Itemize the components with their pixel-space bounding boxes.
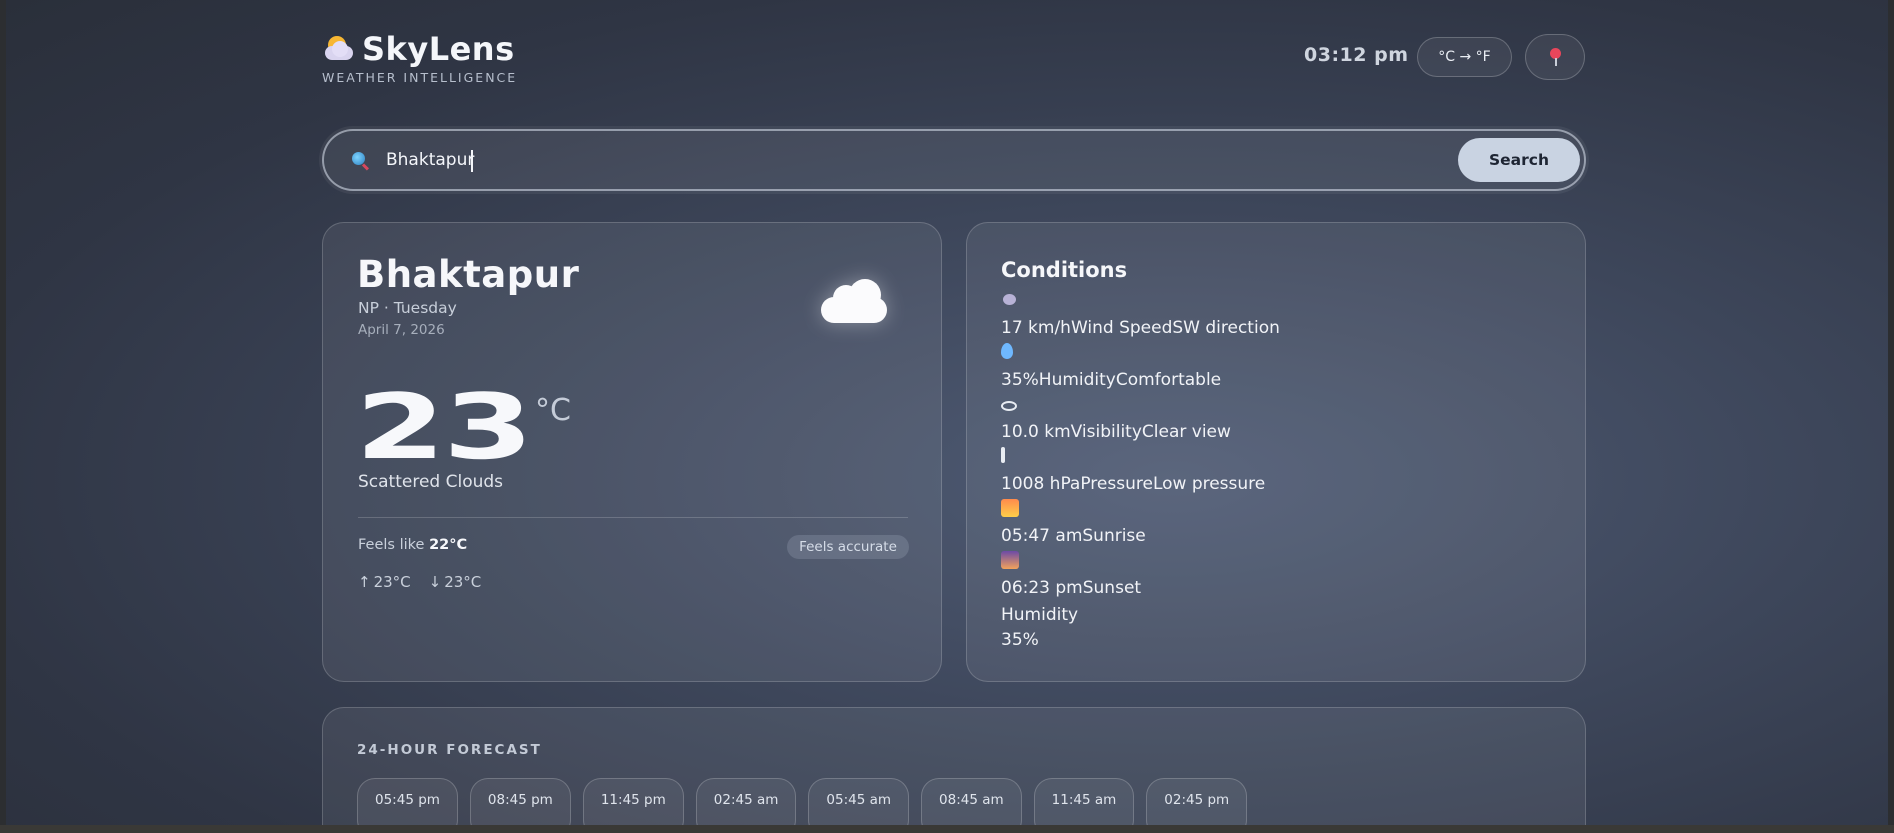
high-low: ↑ 23°C ↓ 23°C	[358, 573, 481, 591]
condition-visibility: 10.0 kmVisibilityClear view	[1001, 395, 1280, 447]
hour-chip[interactable]: 11:45 pm	[582, 778, 684, 825]
search-icon	[352, 152, 370, 171]
feels-like-value: 22°C	[429, 537, 468, 553]
conditions-card: Conditions 17 km/hWind SpeedSW direction…	[966, 222, 1586, 682]
low-temp: ↓ 23°C	[428, 573, 482, 591]
brand-name: SkyLens	[362, 30, 515, 68]
pin-icon	[1548, 47, 1562, 67]
brand-tagline: WEATHER INTELLIGENCE	[322, 70, 518, 85]
condition-pressure: 1008 hPaPressureLow pressure	[1001, 447, 1280, 499]
condition-sunset: 06:23 pmSunset	[1001, 551, 1280, 603]
current-weather-card: Bhaktapur NP · Tuesday April 7, 2026 23 …	[322, 222, 942, 682]
hour-chip[interactable]: 08:45 am	[921, 778, 1022, 825]
wind-icon	[1001, 291, 1019, 307]
country-day: NP · Tuesday	[358, 299, 457, 317]
search-button[interactable]: Search	[1458, 138, 1580, 182]
hour-chip[interactable]: 02:45 am	[695, 778, 797, 825]
forecast-row: 05:45 pm 08:45 pm 11:45 pm 02:45 am 05:4…	[357, 778, 1248, 825]
window-right-edge	[1888, 0, 1894, 825]
sunset-icon	[1001, 551, 1019, 569]
conditions-list: 17 km/hWind SpeedSW direction 35%Humidit…	[1001, 291, 1280, 653]
humidity-extra-label: Humidity	[1001, 605, 1079, 625]
arrow-down-icon: ↓	[428, 573, 442, 591]
search-bar: Search	[322, 129, 1586, 191]
locate-button[interactable]	[1525, 34, 1585, 80]
sunrise-icon	[1001, 499, 1019, 517]
arrow-up-icon: ↑	[358, 573, 371, 591]
temperature-unit: °C	[535, 393, 571, 428]
hour-chip[interactable]: 05:45 pm	[357, 778, 458, 825]
hour-chip[interactable]: 02:45 pm	[1146, 778, 1248, 825]
search-input[interactable]	[386, 144, 1386, 176]
text-caret	[471, 150, 473, 172]
condition-sunrise: 05:47 amSunrise	[1001, 499, 1280, 551]
eye-icon	[1001, 401, 1017, 411]
temperature: 23	[355, 375, 534, 480]
humidity-extra-value: 35%	[1001, 630, 1039, 650]
forecast-title: 24-HOUR FORECAST	[357, 742, 542, 758]
hour-chip[interactable]: 05:45 am	[808, 778, 910, 825]
unit-toggle-button[interactable]: °C → °F	[1417, 37, 1512, 77]
hour-chip[interactable]: 11:45 am	[1033, 778, 1135, 825]
thermometer-icon	[1001, 447, 1005, 463]
city-name: Bhaktapur	[357, 253, 580, 296]
condition-wind: 17 km/hWind SpeedSW direction	[1001, 291, 1280, 343]
hour-chip[interactable]: 08:45 pm	[469, 778, 571, 825]
sun-cloud-icon	[322, 33, 356, 65]
feels-like-label: Feels like	[358, 537, 425, 553]
clock: 03:12 pm	[1304, 44, 1409, 66]
weather-description: Scattered Clouds	[358, 472, 504, 492]
drop-icon	[1001, 343, 1013, 359]
conditions-title: Conditions	[1001, 258, 1128, 282]
feels-like: Feels like 22°C	[358, 537, 467, 553]
divider	[358, 517, 908, 518]
window-bottom-bar	[0, 825, 1894, 833]
cloud-icon	[821, 279, 891, 323]
feels-badge: Feels accurate	[787, 535, 909, 559]
forecast-card: 24-HOUR FORECAST 05:45 pm 08:45 pm 11:45…	[322, 707, 1586, 825]
high-temp: ↑ 23°C	[358, 573, 411, 591]
condition-humidity: 35%HumidityComfortable	[1001, 343, 1280, 395]
app-frame: SkyLens WEATHER INTELLIGENCE 03:12 pm °C…	[6, 0, 1888, 825]
brand: SkyLens WEATHER INTELLIGENCE	[322, 30, 517, 85]
date: April 7, 2026	[358, 322, 445, 338]
